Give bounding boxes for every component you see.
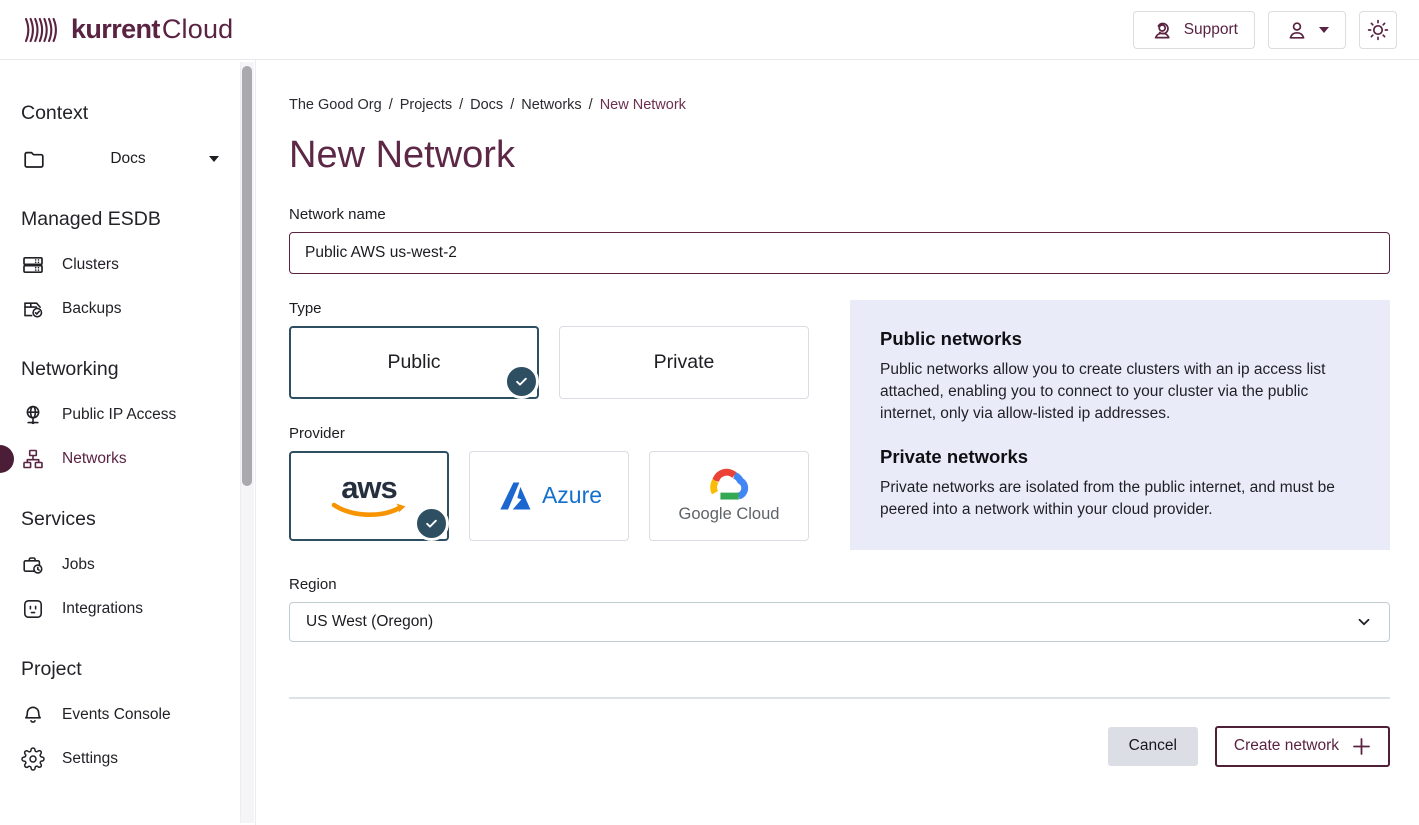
section-title-networking: Networking (21, 331, 255, 393)
sitemap-icon (21, 447, 45, 471)
info-heading-public: Public networks (880, 328, 1360, 350)
chevron-down-icon (1355, 613, 1373, 631)
cancel-button[interactable]: Cancel (1108, 727, 1198, 766)
form-divider (289, 697, 1390, 699)
info-body-private: Private networks are isolated from the p… (880, 477, 1360, 521)
sidebar-item-networks[interactable]: Networks (21, 437, 255, 481)
section-title-managed-esdb: Managed ESDB (21, 181, 255, 243)
globe-stand-icon (21, 403, 45, 427)
network-types-info-panel: Public networks Public networks allow yo… (850, 300, 1390, 550)
aws-smile-icon (331, 502, 407, 519)
provider-label: Provider (289, 425, 809, 442)
info-heading-private: Private networks (880, 446, 1360, 468)
sidebar-item-label: Backups (62, 300, 121, 318)
network-name-label: Network name (289, 206, 1390, 223)
provider-option-azure[interactable]: Azure (469, 451, 629, 541)
context-selected-project: Docs (47, 150, 209, 168)
gear-icon (21, 747, 45, 771)
selected-check-icon (414, 506, 449, 541)
main-content: The Good Org / Projects / Docs / Network… (256, 60, 1419, 825)
plus-icon (1352, 737, 1371, 756)
breadcrumb-projects[interactable]: Projects (400, 97, 452, 113)
caret-down-icon (1319, 27, 1329, 33)
logo-text: kurrent (71, 14, 160, 44)
sidebar-item-public-ip-access[interactable]: Public IP Access (21, 393, 255, 437)
page-title: New Network (289, 135, 1390, 177)
info-body-public: Public networks allow you to create clus… (880, 359, 1360, 425)
sidebar-item-backups[interactable]: Backups (21, 287, 255, 331)
breadcrumb-separator: / (589, 97, 593, 113)
kurrent-cloud-logo[interactable]: kurrentCloud (22, 13, 233, 47)
aws-logo: aws (331, 473, 407, 519)
google-cloud-icon (706, 467, 752, 503)
logo-suffix: Cloud (162, 14, 234, 44)
breadcrumb-project-docs[interactable]: Docs (470, 97, 503, 113)
breadcrumb-networks[interactable]: Networks (521, 97, 581, 113)
azure-logo-text: Azure (542, 482, 602, 509)
project-context-selector[interactable]: Docs (21, 137, 219, 181)
sidebar-item-events-console[interactable]: Events Console (21, 693, 255, 737)
sidebar-item-settings[interactable]: Settings (21, 737, 255, 781)
provider-option-aws[interactable]: aws (289, 451, 449, 541)
azure-logo: Azure (496, 480, 602, 512)
type-option-public[interactable]: Public (289, 326, 539, 399)
breadcrumb: The Good Org / Projects / Docs / Network… (289, 97, 1390, 113)
region-selected-value: US West (Oregon) (306, 613, 433, 631)
backup-box-check-icon (21, 297, 45, 321)
section-title-context: Context (21, 60, 255, 137)
selected-check-icon (504, 364, 539, 399)
folder-icon (21, 147, 47, 171)
type-option-label: Private (654, 351, 715, 374)
create-network-button[interactable]: Create network (1215, 726, 1390, 767)
caret-down-icon (209, 156, 219, 162)
section-title-services: Services (21, 481, 255, 543)
sidebar-scrollbar-track (240, 62, 254, 823)
sidebar-item-label: Settings (62, 750, 118, 768)
create-network-label: Create network (1234, 737, 1339, 755)
support-button[interactable]: Support (1133, 11, 1255, 49)
server-stack-icon (21, 253, 45, 277)
section-title-project: Project (21, 631, 255, 693)
sidebar-scrollbar-thumb[interactable] (242, 66, 252, 486)
provider-option-google-cloud[interactable]: Google Cloud (649, 451, 809, 541)
kurrent-wave-mark-icon (22, 13, 62, 47)
region-select[interactable]: US West (Oregon) (289, 602, 1390, 642)
sidebar-item-label: Clusters (62, 256, 119, 274)
google-cloud-logo: Google Cloud (679, 467, 780, 524)
type-option-private[interactable]: Private (559, 326, 809, 399)
support-label: Support (1184, 21, 1238, 39)
sidebar-item-label: Integrations (62, 600, 143, 618)
aws-logo-text: aws (341, 473, 397, 502)
user-menu-button[interactable] (1268, 11, 1346, 49)
breadcrumb-separator: / (510, 97, 514, 113)
region-label: Region (289, 576, 1390, 593)
headset-icon (1150, 18, 1174, 42)
sidebar: Context Docs Managed ESDB (0, 60, 256, 825)
sidebar-item-integrations[interactable]: Integrations (21, 587, 255, 631)
type-label: Type (289, 300, 809, 317)
breadcrumb-org[interactable]: The Good Org (289, 97, 382, 113)
sidebar-item-jobs[interactable]: Jobs (21, 543, 255, 587)
sidebar-item-clusters[interactable]: Clusters (21, 243, 255, 287)
outlet-icon (21, 597, 45, 621)
theme-toggle-button[interactable] (1359, 11, 1397, 49)
user-icon (1285, 18, 1309, 42)
google-cloud-logo-text: Google Cloud (679, 505, 780, 524)
bell-icon (21, 703, 45, 727)
sidebar-item-label: Events Console (62, 706, 171, 724)
sun-icon (1366, 18, 1390, 42)
breadcrumb-separator: / (389, 97, 393, 113)
azure-triangle-icon (496, 480, 534, 512)
sidebar-item-label: Networks (62, 450, 127, 468)
top-bar: kurrentCloud Support (0, 0, 1419, 60)
sidebar-item-label: Jobs (62, 556, 95, 574)
breadcrumb-separator: / (459, 97, 463, 113)
network-name-input[interactable] (289, 232, 1390, 274)
briefcase-clock-icon (21, 553, 45, 577)
type-option-label: Public (387, 351, 440, 374)
sidebar-item-label: Public IP Access (62, 406, 176, 424)
breadcrumb-current: New Network (600, 97, 686, 113)
